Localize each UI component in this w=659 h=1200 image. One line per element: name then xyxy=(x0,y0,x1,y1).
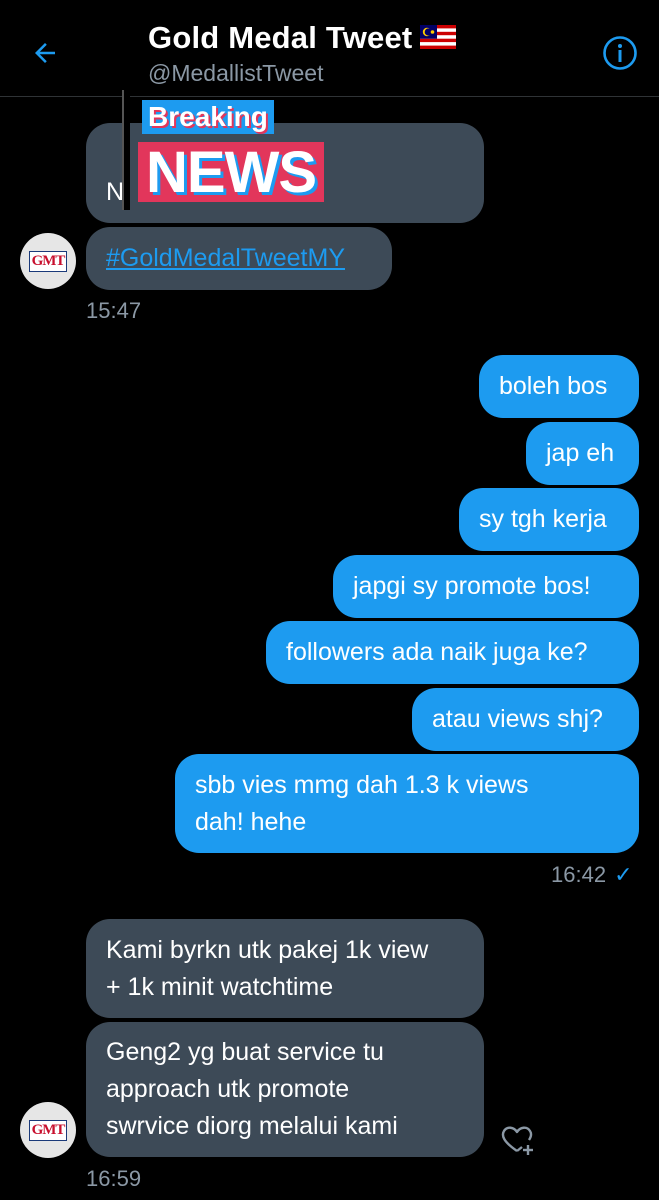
message-text: boleh bos xyxy=(499,372,608,400)
checkmark-icon: ✓ xyxy=(614,862,633,887)
info-button[interactable] xyxy=(602,35,638,71)
breaking-text: Breaking xyxy=(148,101,268,132)
news-text: NEWS xyxy=(146,139,317,205)
incoming-message[interactable]: Geng2 yg buat service tu approach utk pr… xyxy=(86,1022,484,1157)
conversation-name: Gold Medal Tweet xyxy=(148,20,413,55)
hashtag-link[interactable]: #GoldMedalTweetMY xyxy=(106,240,345,277)
message-text: sy tgh kerja xyxy=(479,505,607,533)
heart-plus-icon xyxy=(501,1126,533,1155)
outgoing-message[interactable]: atau views shj? xyxy=(412,688,639,751)
outgoing-message[interactable]: sbb vies mmg dah 1.3 k views dah! hehe xyxy=(175,754,639,853)
message-text: sbb vies mmg dah 1.3 k views dah! hehe xyxy=(195,770,529,836)
message-text: Geng2 yg buat service tu approach utk pr… xyxy=(106,1038,398,1140)
info-circle-icon xyxy=(603,36,637,70)
message-text: atau views shj? xyxy=(432,705,603,733)
message-timestamp-row: 16:42 ✓ xyxy=(551,862,633,888)
message-text: Kami byrkn utk pakej 1k view + 1k minit … xyxy=(106,935,429,1001)
sticker-bar xyxy=(122,90,130,210)
avatar[interactable]: GMT xyxy=(20,233,76,289)
message-timestamp: 16:42 xyxy=(551,862,607,887)
outgoing-message[interactable]: japgi sy promote bos! xyxy=(333,555,639,618)
avatar-logo: GMT xyxy=(28,250,68,272)
outgoing-message[interactable]: boleh bos xyxy=(479,355,639,418)
breaking-news-sticker: Breaking NEWS xyxy=(122,90,362,220)
conversation-handle: @MedallistTweet xyxy=(148,60,324,86)
outgoing-message[interactable]: jap eh xyxy=(526,422,639,485)
back-button[interactable] xyxy=(26,34,64,72)
message-timestamp: 15:47 xyxy=(86,298,142,323)
react-button[interactable] xyxy=(498,1120,538,1160)
message-timestamp: 16:59 xyxy=(86,1166,142,1191)
breaking-label: Breaking xyxy=(142,100,274,134)
outgoing-message[interactable]: followers ada naik juga ke? xyxy=(266,621,639,684)
news-label: NEWS xyxy=(138,140,324,205)
arrow-left-icon xyxy=(35,43,55,63)
message-text: japgi sy promote bos! xyxy=(353,572,591,600)
message-text: jap eh xyxy=(546,439,615,467)
incoming-message[interactable]: #GoldMedalTweetMY xyxy=(86,227,392,290)
malaysia-flag-icon xyxy=(420,24,457,49)
message-text: followers ada naik juga ke? xyxy=(286,638,588,666)
conversation-header: Gold Medal Tweet @MedallistTweet xyxy=(0,0,659,97)
page-title[interactable]: Gold Medal Tweet xyxy=(148,20,457,56)
avatar[interactable]: GMT xyxy=(20,1102,76,1158)
outgoing-message[interactable]: sy tgh kerja xyxy=(459,488,639,551)
avatar-logo: GMT xyxy=(28,1119,68,1141)
incoming-message[interactable]: Kami byrkn utk pakej 1k view + 1k minit … xyxy=(86,919,484,1018)
